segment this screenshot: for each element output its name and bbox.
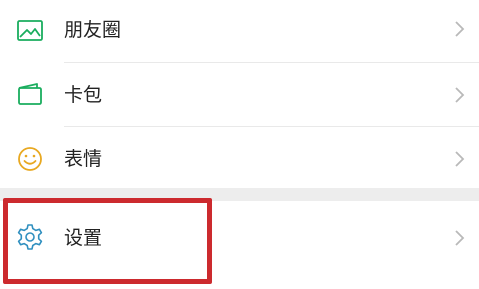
chevron-right-icon — [455, 21, 465, 37]
chevron-right-icon — [455, 230, 465, 246]
card-wallet-icon — [18, 83, 42, 105]
menu-item-settings[interactable]: 设置 — [0, 204, 479, 266]
menu-item-cards[interactable]: 卡包 — [0, 63, 479, 125]
moments-image-icon — [17, 20, 43, 41]
menu-item-stickers[interactable]: 表情 — [0, 127, 479, 189]
gear-icon — [17, 224, 43, 250]
menu-label-cards: 卡包 — [64, 84, 103, 106]
menu-label-settings: 设置 — [64, 227, 103, 249]
chevron-right-icon — [455, 151, 465, 167]
menu-item-moments[interactable]: 朋友圈 — [0, 0, 479, 62]
menu-label-stickers: 表情 — [64, 148, 103, 170]
smiley-face-icon — [18, 147, 42, 171]
menu-group-main: 朋友圈 卡包 表情 — [0, 0, 479, 188]
chevron-right-icon — [455, 87, 465, 103]
me-page-menu: 朋友圈 卡包 表情 设置 — [0, 0, 479, 289]
menu-group-settings: 设置 — [0, 201, 479, 289]
menu-label-moments: 朋友圈 — [64, 19, 122, 41]
